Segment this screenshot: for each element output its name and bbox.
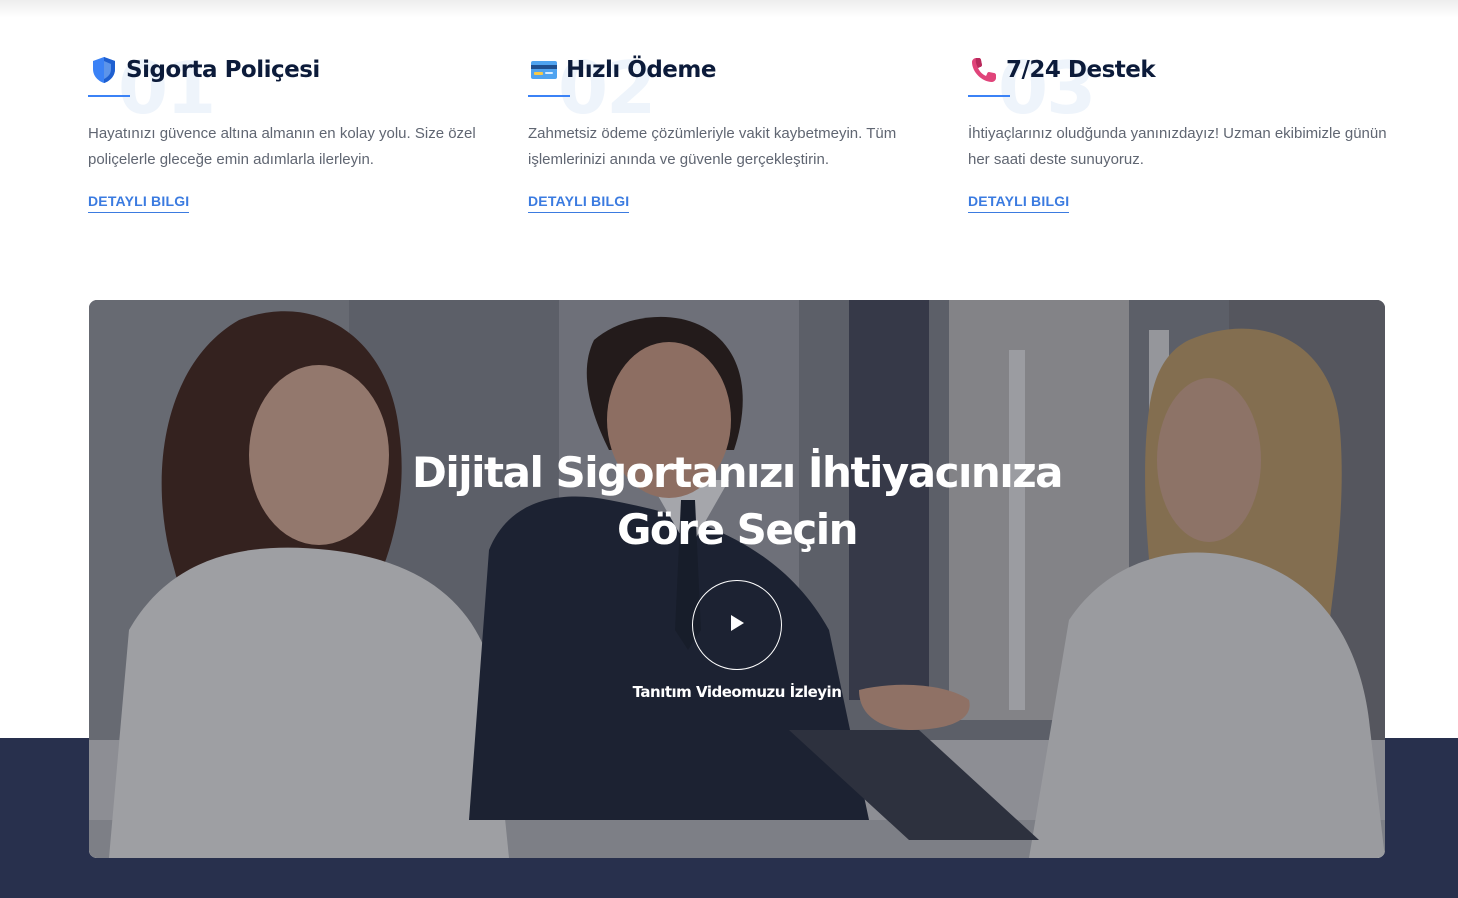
- feature-card-support: 03 7/24 Destek İhtiyaçlarınız oludğunda …: [968, 50, 1388, 213]
- feature-header: 7/24 Destek: [968, 50, 1388, 90]
- details-link[interactable]: DETAYLI BILGI: [968, 193, 1070, 213]
- phone-icon: [968, 54, 1000, 86]
- feature-description: İhtiyaçlarınız oludğunda yanınızdayız! U…: [968, 125, 1387, 168]
- play-icon: [729, 614, 745, 637]
- title-underline: [968, 95, 1010, 97]
- features-section: 01 Sigorta Poliçesi Hayatınızı güvence a…: [0, 0, 1458, 300]
- details-link[interactable]: DETAYLI BILGI: [528, 193, 630, 213]
- feature-title: Sigorta Poliçesi: [126, 57, 320, 83]
- feature-header: Sigorta Poliçesi: [88, 50, 508, 90]
- feature-description: Hayatınızı güvence altına almanın en kol…: [88, 125, 476, 168]
- hero-content: Dijital Sigortanızı İhtiyacınıza Göre Se…: [89, 300, 1385, 858]
- credit-card-icon: [528, 54, 560, 86]
- shield-icon: [88, 54, 120, 86]
- feature-title: 7/24 Destek: [1006, 57, 1156, 83]
- video-hero: Dijital Sigortanızı İhtiyacınıza Göre Se…: [89, 300, 1385, 858]
- feature-title: Hızlı Ödeme: [566, 57, 716, 83]
- title-underline: [88, 95, 130, 97]
- hero-headline-line-1: Dijital Sigortanızı İhtiyacınıza: [411, 448, 1064, 497]
- details-link[interactable]: DETAYLI BILGI: [88, 193, 190, 213]
- feature-card-payment: 02 Hızlı Ödeme Zahmetsiz ödeme çözümleri…: [528, 50, 948, 213]
- feature-header: Hızlı Ödeme: [528, 50, 948, 90]
- title-underline: [528, 95, 570, 97]
- hero-headline-line-2: Göre Seçin: [616, 505, 859, 554]
- hero-headline: Dijital Sigortanızı İhtiyacınıza Göre Se…: [337, 444, 1137, 558]
- play-video-button[interactable]: [692, 580, 782, 670]
- video-caption[interactable]: Tanıtım Videomuzu İzleyin: [537, 683, 937, 701]
- feature-card-policy: 01 Sigorta Poliçesi Hayatınızı güvence a…: [88, 50, 508, 213]
- feature-description: Zahmetsiz ödeme çözümleriyle vakit kaybe…: [528, 125, 897, 168]
